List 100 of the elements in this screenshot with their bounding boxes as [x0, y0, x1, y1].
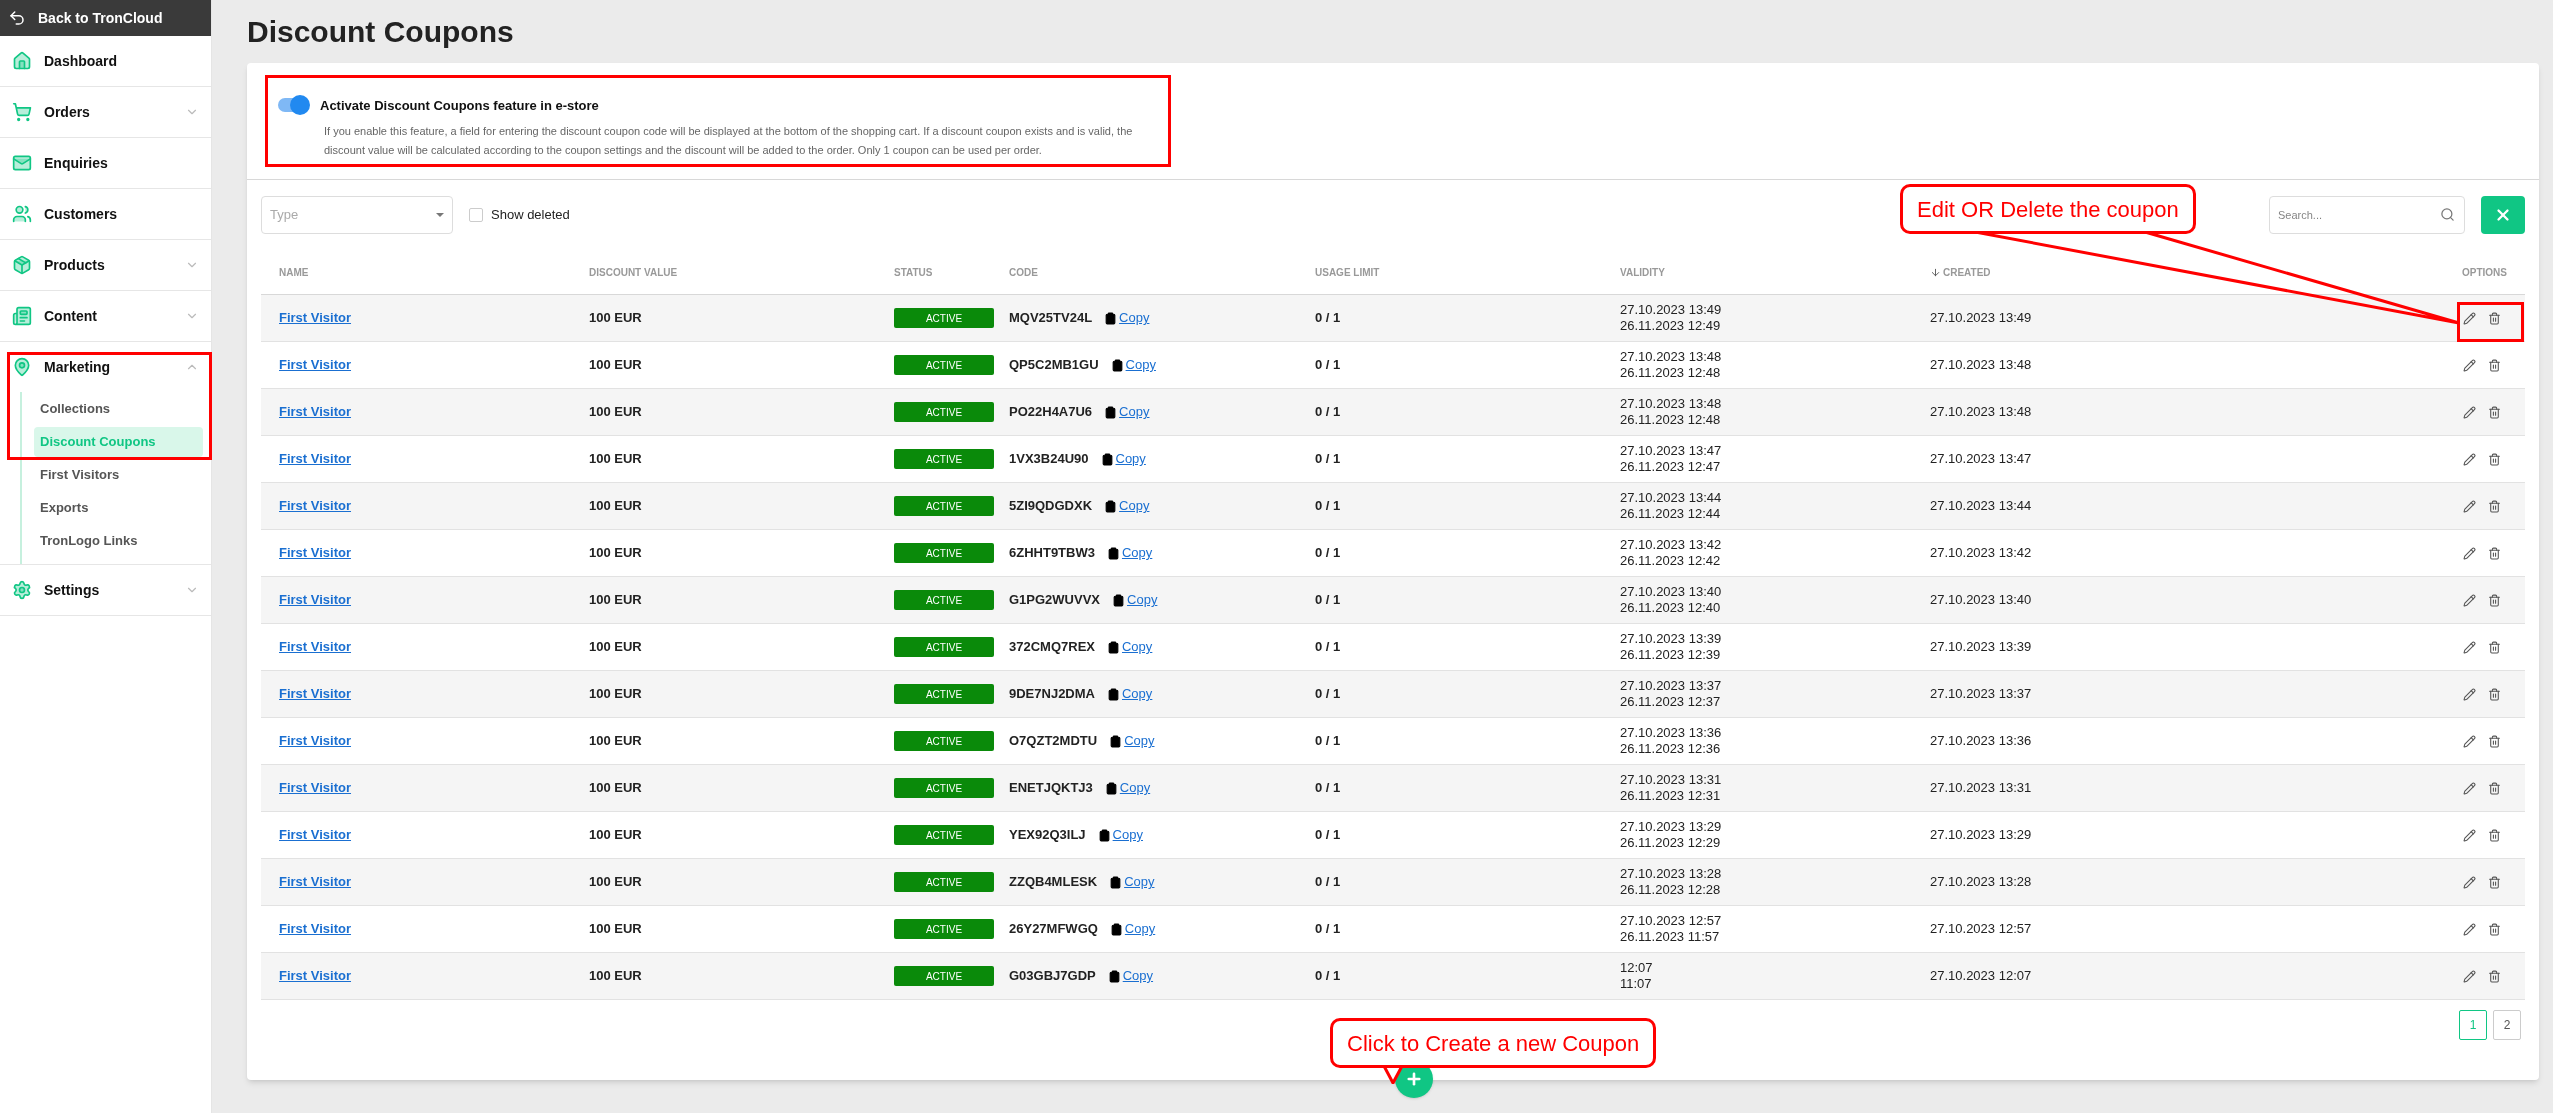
coupon-name-link[interactable]: First Visitor — [279, 637, 351, 657]
discount-value: 100 EUR — [589, 591, 642, 610]
search-field[interactable]: Search... — [2269, 196, 2465, 234]
delete-button[interactable] — [2488, 640, 2501, 654]
valid-from: 27.10.2023 13:49 — [1620, 302, 1723, 318]
page-button[interactable]: 2 — [2493, 1010, 2521, 1040]
sidebar-item[interactable]: Enquiries — [0, 138, 211, 188]
delete-button[interactable] — [2488, 687, 2501, 701]
sidebar-subitem[interactable]: Collections — [34, 394, 203, 424]
edit-button[interactable] — [2463, 828, 2476, 842]
copy-link[interactable]: Copy — [1104, 402, 1150, 422]
copy-link[interactable]: Copy — [1104, 496, 1150, 516]
delete-button[interactable] — [2488, 311, 2501, 325]
edit-button[interactable] — [2463, 969, 2476, 983]
delete-button[interactable] — [2488, 546, 2501, 560]
coupon-name-link[interactable]: First Visitor — [279, 496, 351, 516]
coupon-name-link[interactable]: First Visitor — [279, 731, 351, 751]
delete-button[interactable] — [2488, 969, 2501, 983]
edit-button[interactable] — [2463, 687, 2476, 701]
edit-button[interactable] — [2463, 781, 2476, 795]
discount-value: 100 EUR — [589, 450, 642, 469]
copy-link[interactable]: Copy — [1107, 684, 1153, 704]
column-header[interactable]: CREATED — [1943, 264, 1991, 280]
edit-button[interactable] — [2463, 734, 2476, 748]
delete-button[interactable] — [2488, 358, 2501, 372]
coupon-name-link[interactable]: First Visitor — [279, 402, 351, 422]
delete-button[interactable] — [2488, 875, 2501, 889]
edit-button[interactable] — [2463, 875, 2476, 889]
column-header[interactable]: OPTIONS — [2462, 264, 2507, 280]
copy-link[interactable]: Copy — [1104, 778, 1151, 798]
discount-value: 100 EUR — [589, 779, 642, 798]
column-header[interactable]: USAGE LIMIT — [1315, 264, 1380, 280]
coupon-name-link[interactable]: First Visitor — [279, 919, 351, 939]
sidebar-item[interactable]: Marketing — [0, 342, 211, 392]
coupon-name-link[interactable]: First Visitor — [279, 308, 351, 328]
discount-value: 100 EUR — [589, 309, 642, 328]
trash-icon — [2488, 640, 2501, 654]
delete-button[interactable] — [2488, 922, 2501, 936]
feature-toggle[interactable] — [278, 98, 308, 112]
show-deleted-checkbox[interactable] — [469, 208, 483, 222]
coupon-name-link[interactable]: First Visitor — [279, 543, 351, 563]
status-badge: ACTIVE — [894, 308, 994, 328]
copy-link[interactable]: Copy — [1110, 355, 1156, 375]
column-header[interactable]: STATUS — [894, 264, 933, 280]
copy-link[interactable]: Copy — [1097, 825, 1143, 845]
coupon-name-link[interactable]: First Visitor — [279, 778, 351, 798]
delete-button[interactable] — [2488, 405, 2501, 419]
coupon-code: 6ZHHT9TBW3 — [1009, 544, 1095, 563]
sidebar-item[interactable]: Orders — [0, 87, 211, 137]
edit-button[interactable] — [2463, 593, 2476, 607]
copy-link[interactable]: Copy — [1107, 637, 1153, 657]
trash-icon — [2488, 593, 2501, 607]
column-header[interactable]: NAME — [279, 264, 309, 280]
show-deleted-label: Show deleted — [491, 206, 570, 225]
copy-link[interactable]: Copy — [1107, 966, 1154, 986]
edit-button[interactable] — [2463, 452, 2476, 466]
usage-limit: 0 / 1 — [1315, 591, 1341, 610]
coupon-name-link[interactable]: First Visitor — [279, 590, 351, 610]
copy-link[interactable]: Copy — [1106, 543, 1153, 563]
edit-button[interactable] — [2463, 546, 2476, 560]
sidebar-item[interactable]: Content — [0, 291, 211, 341]
edit-button[interactable] — [2463, 358, 2476, 372]
back-link[interactable]: Back to TronCloud — [0, 0, 211, 36]
delete-button[interactable] — [2488, 734, 2501, 748]
copy-link[interactable]: Copy — [1109, 872, 1155, 892]
copy-link[interactable]: Copy — [1109, 731, 1155, 751]
copy-link[interactable]: Copy — [1104, 308, 1150, 328]
copy-link[interactable]: Copy — [1100, 449, 1146, 469]
created-date: 27.10.2023 13:28 — [1930, 873, 2032, 892]
sidebar-subitem[interactable]: TronLogo Links — [34, 526, 203, 556]
column-header[interactable]: CODE — [1009, 264, 1038, 280]
copy-link[interactable]: Copy — [1109, 919, 1156, 939]
edit-button[interactable] — [2463, 499, 2476, 513]
edit-button[interactable] — [2463, 640, 2476, 654]
sidebar-item[interactable]: Settings — [0, 565, 211, 615]
delete-button[interactable] — [2488, 593, 2501, 607]
sidebar-subitem[interactable]: Exports — [34, 493, 203, 523]
column-header[interactable]: VALIDITY — [1620, 264, 1665, 280]
coupon-name-link[interactable]: First Visitor — [279, 825, 351, 845]
sidebar-item[interactable]: Customers — [0, 189, 211, 239]
edit-button[interactable] — [2463, 311, 2476, 325]
edit-button[interactable] — [2463, 405, 2476, 419]
created-date: 27.10.2023 13:42 — [1930, 544, 2032, 563]
edit-button[interactable] — [2463, 922, 2476, 936]
coupon-name-link[interactable]: First Visitor — [279, 966, 351, 986]
delete-button[interactable] — [2488, 781, 2501, 795]
sidebar-subitem[interactable]: First Visitors — [34, 460, 203, 490]
coupon-name-link[interactable]: First Visitor — [279, 355, 351, 375]
delete-button[interactable] — [2488, 499, 2501, 513]
copy-link[interactable]: Copy — [1112, 590, 1158, 610]
delete-button[interactable] — [2488, 452, 2501, 466]
sidebar-item[interactable]: Dashboard — [0, 36, 211, 86]
coupon-name-link[interactable]: First Visitor — [279, 684, 351, 704]
clipboard-icon — [1104, 405, 1118, 419]
coupon-name-link[interactable]: First Visitor — [279, 449, 351, 469]
delete-button[interactable] — [2488, 828, 2501, 842]
sidebar-item[interactable]: Products — [0, 240, 211, 290]
column-header[interactable]: DISCOUNT VALUE — [589, 264, 678, 280]
coupon-name-link[interactable]: First Visitor — [279, 872, 351, 892]
discount-value: 100 EUR — [589, 403, 642, 422]
